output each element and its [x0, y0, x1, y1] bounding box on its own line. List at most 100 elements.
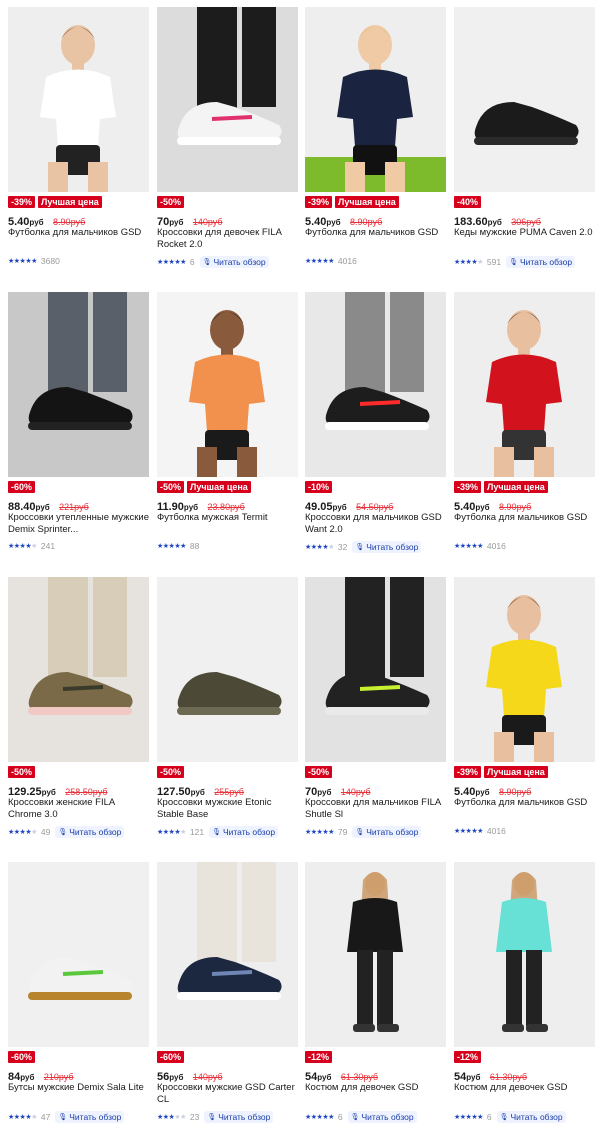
rating-stars-icon: ★★★★★	[305, 258, 334, 265]
product-image[interactable]	[8, 7, 149, 192]
product-card[interactable]: -50% 127.50руб 255руб Кроссовки мужские …	[157, 577, 298, 847]
product-card[interactable]: -50% 70руб 140руб Кроссовки для мальчико…	[305, 577, 446, 847]
review-count: 6	[337, 1112, 343, 1122]
discount-badge: -12%	[454, 1051, 482, 1063]
rating-stars-icon: ★★★★★	[454, 259, 483, 266]
rating-stars-icon: ★★★★★	[157, 543, 186, 550]
read-review-link[interactable]: 🎙 Читать обзор	[55, 1111, 125, 1123]
product-name[interactable]: Футболка мужская Termit	[157, 512, 298, 536]
product-name[interactable]: Футболка для мальчиков GSD	[8, 227, 149, 251]
read-review-link[interactable]: 🎙 Читать обзор	[209, 826, 279, 838]
read-review-link[interactable]: 🎙 Читать обзор	[204, 1111, 274, 1123]
product-card[interactable]: -50% 129.25руб 258.50руб Кроссовки женск…	[8, 577, 149, 847]
rating-row: ★★★★★ 6 🎙 Читать обзор	[157, 256, 269, 268]
read-review-link[interactable]: 🎙 Читать обзор	[199, 256, 269, 268]
product-name[interactable]: Футболка для мальчиков GSD	[454, 512, 595, 536]
product-name[interactable]: Кеды мужские PUMA Caven 2.0	[454, 227, 595, 251]
product-name[interactable]: Кроссовки для мальчиков GSD Want 2.0	[305, 512, 446, 536]
product-image[interactable]	[454, 292, 595, 477]
product-card[interactable]: -40% 183.60руб 306руб Кеды мужские PUMA …	[454, 7, 595, 277]
product-image[interactable]	[157, 862, 298, 1047]
read-review-link[interactable]: 🎙 Читать обзор	[496, 1111, 566, 1123]
product-card[interactable]: -12% 54руб 61.30руб Костюм для девочек G…	[305, 862, 446, 1132]
rating-row: ★★★★★ 79 🎙 Читать обзор	[305, 826, 422, 838]
read-review-link[interactable]: 🎙 Читать обзор	[352, 826, 422, 838]
product-image[interactable]	[157, 577, 298, 762]
product-card[interactable]: -39% Лучшая цена 5.40руб 8.90руб Футболк…	[8, 7, 149, 277]
product-image[interactable]	[305, 292, 446, 477]
old-price: 255руб	[214, 787, 244, 797]
rating-stars-icon: ★★★★★	[8, 543, 37, 550]
product-name[interactable]: Кроссовки утепленные мужские Demix Sprin…	[8, 512, 149, 536]
read-review-link[interactable]: 🎙 Читать обзор	[55, 826, 125, 838]
review-count: 121	[189, 827, 205, 837]
product-image[interactable]	[8, 292, 149, 477]
rating-stars-icon: ★★★★★	[8, 258, 37, 265]
rating-row: ★★★★★ 241	[8, 541, 55, 551]
product-card[interactable]: -12% 54руб 61.30руб Костюм для девочек G…	[454, 862, 595, 1132]
discount-badge: -60%	[8, 481, 36, 493]
review-count: 241	[40, 541, 56, 551]
microphone-icon: 🎙	[58, 1114, 68, 1121]
discount-badge: -50%	[157, 766, 185, 778]
product-name[interactable]: Кроссовки для девочек FILA Rocket 2.0	[157, 227, 298, 251]
product-image[interactable]	[305, 577, 446, 762]
badges: -39% Лучшая цена	[454, 766, 548, 778]
product-card[interactable]: -60% 84руб 210руб Бутсы мужские Demix Sa…	[8, 862, 149, 1132]
product-name[interactable]: Футболка для мальчиков GSD	[454, 797, 595, 821]
rating-row: ★★★★★ 88	[157, 541, 199, 551]
badges: -60%	[8, 481, 36, 493]
product-image[interactable]	[8, 577, 149, 762]
microphone-icon: 🎙	[355, 544, 365, 551]
discount-badge: -39%	[8, 196, 36, 208]
rating-stars-icon: ★★★★★	[305, 829, 334, 836]
review-count: 79	[337, 827, 348, 837]
product-image[interactable]	[157, 7, 298, 192]
rating-row: ★★★★★ 23 🎙 Читать обзор	[157, 1111, 274, 1123]
rating-stars-icon: ★★★★★	[305, 1114, 334, 1121]
product-image[interactable]	[305, 862, 446, 1047]
product-image[interactable]	[305, 7, 446, 192]
product-name[interactable]: Кроссовки для мальчиков FILA Shutle Sl	[305, 797, 446, 821]
product-card[interactable]: -39% Лучшая цена 5.40руб 8.90руб Футболк…	[454, 292, 595, 562]
product-image[interactable]	[454, 862, 595, 1047]
product-card[interactable]: -50% 70руб 140руб Кроссовки для девочек …	[157, 7, 298, 277]
product-name[interactable]: Костюм для девочек GSD	[454, 1082, 595, 1106]
product-name[interactable]: Бутсы мужские Demix Sala Lite	[8, 1082, 149, 1106]
review-count: 3680	[40, 256, 60, 266]
microphone-icon: 🎙	[355, 829, 365, 836]
product-card[interactable]: -39% Лучшая цена 5.40руб 8.90руб Футболк…	[454, 577, 595, 847]
product-card[interactable]: -10% 49.05руб 54.50руб Кроссовки для мал…	[305, 292, 446, 562]
product-image[interactable]	[157, 292, 298, 477]
review-count: 591	[486, 257, 502, 267]
product-image[interactable]	[454, 577, 595, 762]
read-review-link[interactable]: 🎙 Читать обзор	[506, 256, 576, 268]
microphone-icon: 🎙	[350, 1114, 360, 1121]
discount-badge: -39%	[454, 481, 482, 493]
product-card[interactable]: -50% Лучшая цена 11.90руб 23.80руб Футбо…	[157, 292, 298, 562]
rating-row: ★★★★★ 49 🎙 Читать обзор	[8, 826, 125, 838]
old-price: 221руб	[59, 502, 89, 512]
product-name[interactable]: Кроссовки мужские Etonic Stable Base	[157, 797, 298, 821]
rating-row: ★★★★★ 32 🎙 Читать обзор	[305, 541, 422, 553]
rating-row: ★★★★★ 591 🎙 Читать обзор	[454, 256, 576, 268]
product-name[interactable]: Кроссовки женские FILA Chrome 3.0	[8, 797, 149, 821]
product-card[interactable]: -39% Лучшая цена 5.40руб 8.90руб Футболк…	[305, 7, 446, 277]
badges: -39% Лучшая цена	[305, 196, 399, 208]
best-price-badge: Лучшая цена	[484, 481, 548, 493]
product-name[interactable]: Кроссовки мужские GSD Carter CL	[157, 1082, 298, 1106]
product-card[interactable]: -60% 88.40руб 221руб Кроссовки утепленны…	[8, 292, 149, 562]
old-price: 258.50руб	[65, 787, 108, 797]
review-count: 88	[189, 541, 200, 551]
read-review-link[interactable]: 🎙 Читать обзор	[347, 1111, 417, 1123]
badges: -60%	[157, 1051, 185, 1063]
product-name[interactable]: Футболка для мальчиков GSD	[305, 227, 446, 251]
review-count: 6	[486, 1112, 492, 1122]
product-card[interactable]: -60% 56руб 140руб Кроссовки мужские GSD …	[157, 862, 298, 1132]
old-price: 54.50руб	[356, 502, 394, 512]
read-review-link[interactable]: 🎙 Читать обзор	[352, 541, 422, 553]
product-name[interactable]: Костюм для девочек GSD	[305, 1082, 446, 1106]
product-image[interactable]	[8, 862, 149, 1047]
product-image[interactable]	[454, 7, 595, 192]
rating-row: ★★★★★ 4016	[454, 826, 506, 836]
